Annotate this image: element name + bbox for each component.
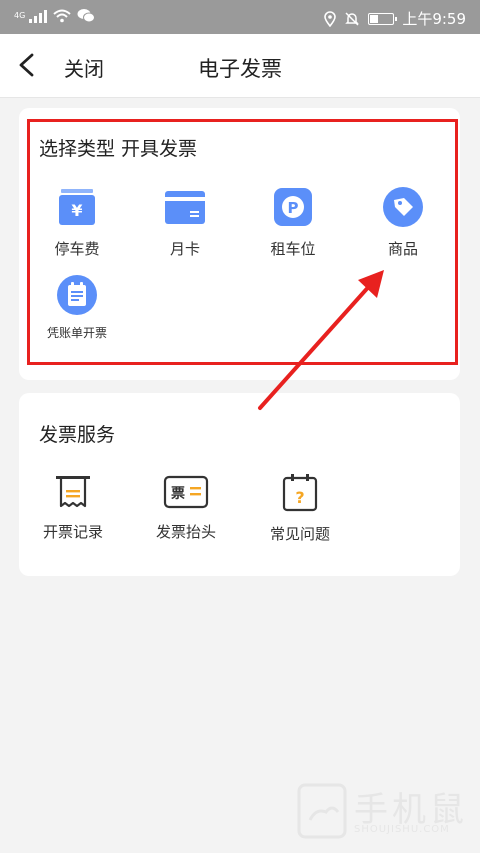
type-item-parking-fee[interactable]: ¥ 停车费 bbox=[27, 186, 127, 259]
invoice-type-card: 选择类型 开具发票 ¥ 停车费 月卡 P 租车位 商品 凭账单开票 bbox=[19, 108, 460, 380]
location-icon bbox=[324, 10, 337, 27]
status-right: 上午9:59 bbox=[324, 8, 466, 29]
watermark-logo-icon bbox=[297, 783, 347, 839]
service-item-label: 开票记录 bbox=[42, 523, 103, 541]
type-item-goods[interactable]: 商品 bbox=[353, 186, 453, 259]
bill-document-icon bbox=[57, 275, 97, 315]
battery-icon bbox=[368, 12, 398, 25]
battery-level-fill bbox=[370, 14, 378, 23]
faq-icon: ? bbox=[282, 474, 318, 512]
invoice-service-card: 发票服务 开票记录 票 发票抬头 ? 常见问题 bbox=[19, 393, 460, 576]
receipt-record-icon bbox=[56, 476, 90, 508]
price-tag-icon bbox=[383, 187, 423, 227]
invoice-header-icon: 票 bbox=[163, 475, 209, 509]
svg-text:¥: ¥ bbox=[71, 201, 82, 220]
service-item-records[interactable]: 开票记录 bbox=[23, 473, 123, 542]
signal-icon bbox=[29, 9, 48, 23]
status-time: 上午9:59 bbox=[402, 10, 466, 28]
svg-text:票: 票 bbox=[171, 486, 185, 502]
type-item-bill-invoice[interactable]: 凭账单开票 bbox=[27, 274, 127, 341]
back-arrow-icon[interactable] bbox=[14, 50, 40, 80]
service-item-faq[interactable]: ? 常见问题 bbox=[250, 473, 350, 544]
type-item-label: 商品 bbox=[387, 240, 418, 258]
watermark: 手机鼠 SHOUJISHU.COM bbox=[296, 782, 468, 842]
type-item-label: 停车费 bbox=[54, 240, 100, 258]
svg-text:?: ? bbox=[295, 488, 304, 507]
status-bar: 4G 上午9:59 bbox=[0, 0, 480, 34]
type-item-label: 月卡 bbox=[169, 240, 200, 258]
type-item-rent-spot[interactable]: P 租车位 bbox=[243, 186, 343, 259]
svg-text:P: P bbox=[288, 199, 299, 217]
close-button[interactable]: 关闭 bbox=[64, 53, 104, 82]
status-left: 4G bbox=[14, 8, 96, 23]
wifi-icon bbox=[53, 9, 71, 22]
invoice-service-title: 发票服务 bbox=[39, 424, 116, 446]
card-icon bbox=[165, 191, 205, 224]
service-item-label: 常见问题 bbox=[269, 525, 330, 543]
service-item-header[interactable]: 票 发票抬头 bbox=[136, 473, 236, 542]
wechat-icon bbox=[77, 9, 96, 23]
service-item-label: 发票抬头 bbox=[155, 523, 216, 541]
parking-p-icon: P bbox=[274, 188, 312, 226]
type-item-label: 租车位 bbox=[270, 240, 316, 258]
type-item-monthly-card[interactable]: 月卡 bbox=[135, 186, 235, 259]
watermark-subtext: SHOUJISHU.COM bbox=[354, 824, 450, 835]
nav-bar: 关闭 电子发票 bbox=[0, 34, 480, 98]
invoice-type-title: 选择类型 开具发票 bbox=[39, 138, 198, 160]
yen-receipt-icon: ¥ bbox=[59, 189, 95, 225]
network-type-label: 4G bbox=[14, 11, 26, 20]
mute-bell-icon bbox=[345, 11, 360, 26]
type-item-label: 凭账单开票 bbox=[46, 326, 107, 340]
watermark-text: 手机鼠 bbox=[354, 790, 468, 830]
